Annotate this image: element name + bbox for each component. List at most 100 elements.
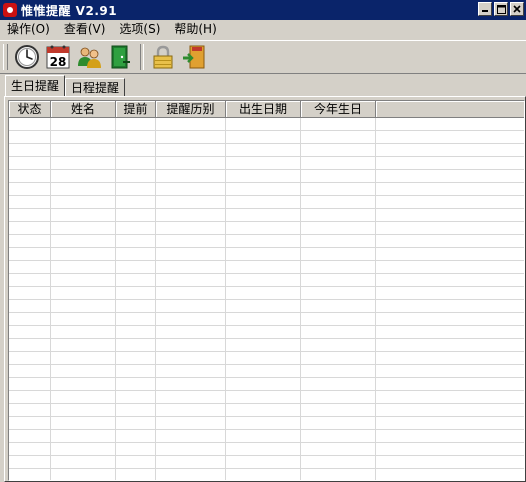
- table-cell: [301, 222, 376, 235]
- column-header-birthday-this-year[interactable]: 今年生日: [301, 101, 376, 118]
- table-row: [9, 170, 524, 183]
- table-cell: [226, 274, 301, 287]
- table-cell: [226, 248, 301, 261]
- app-icon: [3, 3, 17, 17]
- table-cell: [301, 339, 376, 352]
- table-cell: [156, 131, 226, 144]
- table-row: [9, 339, 524, 352]
- tab-schedule-reminder[interactable]: 日程提醒: [65, 78, 126, 96]
- table-cell: [376, 131, 524, 144]
- table-cell: [301, 170, 376, 183]
- table-row: [9, 456, 524, 469]
- table-cell: [116, 287, 156, 300]
- table-cell: [51, 183, 116, 196]
- table-cell: [301, 300, 376, 313]
- table-cell: [156, 469, 226, 480]
- exit-icon[interactable]: [179, 42, 209, 72]
- table-cell: [376, 378, 524, 391]
- table-cell: [301, 235, 376, 248]
- table-cell: [226, 300, 301, 313]
- table-cell: [376, 274, 524, 287]
- table-cell: [116, 248, 156, 261]
- close-icon[interactable]: [510, 2, 524, 16]
- contacts-icon[interactable]: [74, 42, 104, 72]
- table-row: [9, 313, 524, 326]
- table-cell: [156, 326, 226, 339]
- table-cell: [51, 417, 116, 430]
- menu-view[interactable]: 查看(V): [57, 20, 113, 39]
- column-header-advance[interactable]: 提前: [116, 101, 156, 118]
- menu-help[interactable]: 帮助(H): [167, 20, 223, 39]
- table-cell: [156, 417, 226, 430]
- menu-options[interactable]: 选项(S): [112, 20, 167, 39]
- table-cell: [51, 404, 116, 417]
- table-cell: [116, 235, 156, 248]
- exit-door-icon[interactable]: [105, 42, 135, 72]
- table-cell: [226, 378, 301, 391]
- column-header-status[interactable]: 状态: [9, 101, 51, 118]
- table-body: [9, 118, 524, 480]
- table-cell: [156, 456, 226, 469]
- table-cell: [156, 378, 226, 391]
- maximize-icon[interactable]: [494, 2, 508, 16]
- table-cell: [51, 274, 116, 287]
- column-header-name[interactable]: 姓名: [51, 101, 116, 118]
- table-cell: [156, 118, 226, 131]
- table-cell: [301, 391, 376, 404]
- toolbar-grip[interactable]: [3, 44, 8, 70]
- menu-bar: 操作(O) 查看(V) 选项(S) 帮助(H): [0, 20, 526, 39]
- birthday-list[interactable]: 状态 姓名 提前 提醒历别 出生日期 今年生日: [8, 100, 525, 481]
- table-row: [9, 404, 524, 417]
- table-cell: [301, 352, 376, 365]
- table-cell: [376, 118, 524, 131]
- table-cell: [226, 287, 301, 300]
- table-cell: [376, 300, 524, 313]
- table-cell: [9, 430, 51, 443]
- table-cell: [116, 157, 156, 170]
- table-row: [9, 300, 524, 313]
- tab-birthday-reminder[interactable]: 生日提醒: [5, 75, 66, 96]
- column-header-birth-date[interactable]: 出生日期: [226, 101, 301, 118]
- table-cell: [156, 287, 226, 300]
- table-cell: [116, 118, 156, 131]
- minimize-icon[interactable]: [478, 2, 492, 16]
- table-cell: [116, 339, 156, 352]
- table-cell: [156, 222, 226, 235]
- table-cell: [116, 391, 156, 404]
- table-cell: [226, 144, 301, 157]
- table-cell: [51, 430, 116, 443]
- table-header: 状态 姓名 提前 提醒历别 出生日期 今年生日: [9, 101, 524, 118]
- table-row: [9, 287, 524, 300]
- calendar-icon[interactable]: 28: [43, 42, 73, 72]
- table-cell: [226, 196, 301, 209]
- table-cell: [156, 170, 226, 183]
- table-cell: [226, 261, 301, 274]
- clock-icon[interactable]: [12, 42, 42, 72]
- column-header-calendar-type[interactable]: 提醒历别: [156, 101, 226, 118]
- table-cell: [226, 443, 301, 456]
- table-row: [9, 326, 524, 339]
- table-cell: [9, 365, 51, 378]
- table-row: [9, 417, 524, 430]
- table-cell: [9, 326, 51, 339]
- table-cell: [376, 261, 524, 274]
- table-cell: [51, 170, 116, 183]
- table-cell: [9, 378, 51, 391]
- table-cell: [51, 157, 116, 170]
- table-cell: [9, 118, 51, 131]
- table-cell: [376, 209, 524, 222]
- table-cell: [116, 417, 156, 430]
- table-cell: [226, 430, 301, 443]
- table-cell: [376, 469, 524, 480]
- table-cell: [51, 287, 116, 300]
- table-cell: [9, 469, 51, 480]
- table-cell: [51, 209, 116, 222]
- table-cell: [226, 313, 301, 326]
- lock-icon[interactable]: [148, 42, 178, 72]
- table-cell: [116, 144, 156, 157]
- title-bar[interactable]: 惟惟提醒 V2.91: [0, 0, 526, 20]
- menu-operate[interactable]: 操作(O): [0, 20, 57, 39]
- table-cell: [376, 183, 524, 196]
- table-cell: [301, 131, 376, 144]
- table-cell: [51, 131, 116, 144]
